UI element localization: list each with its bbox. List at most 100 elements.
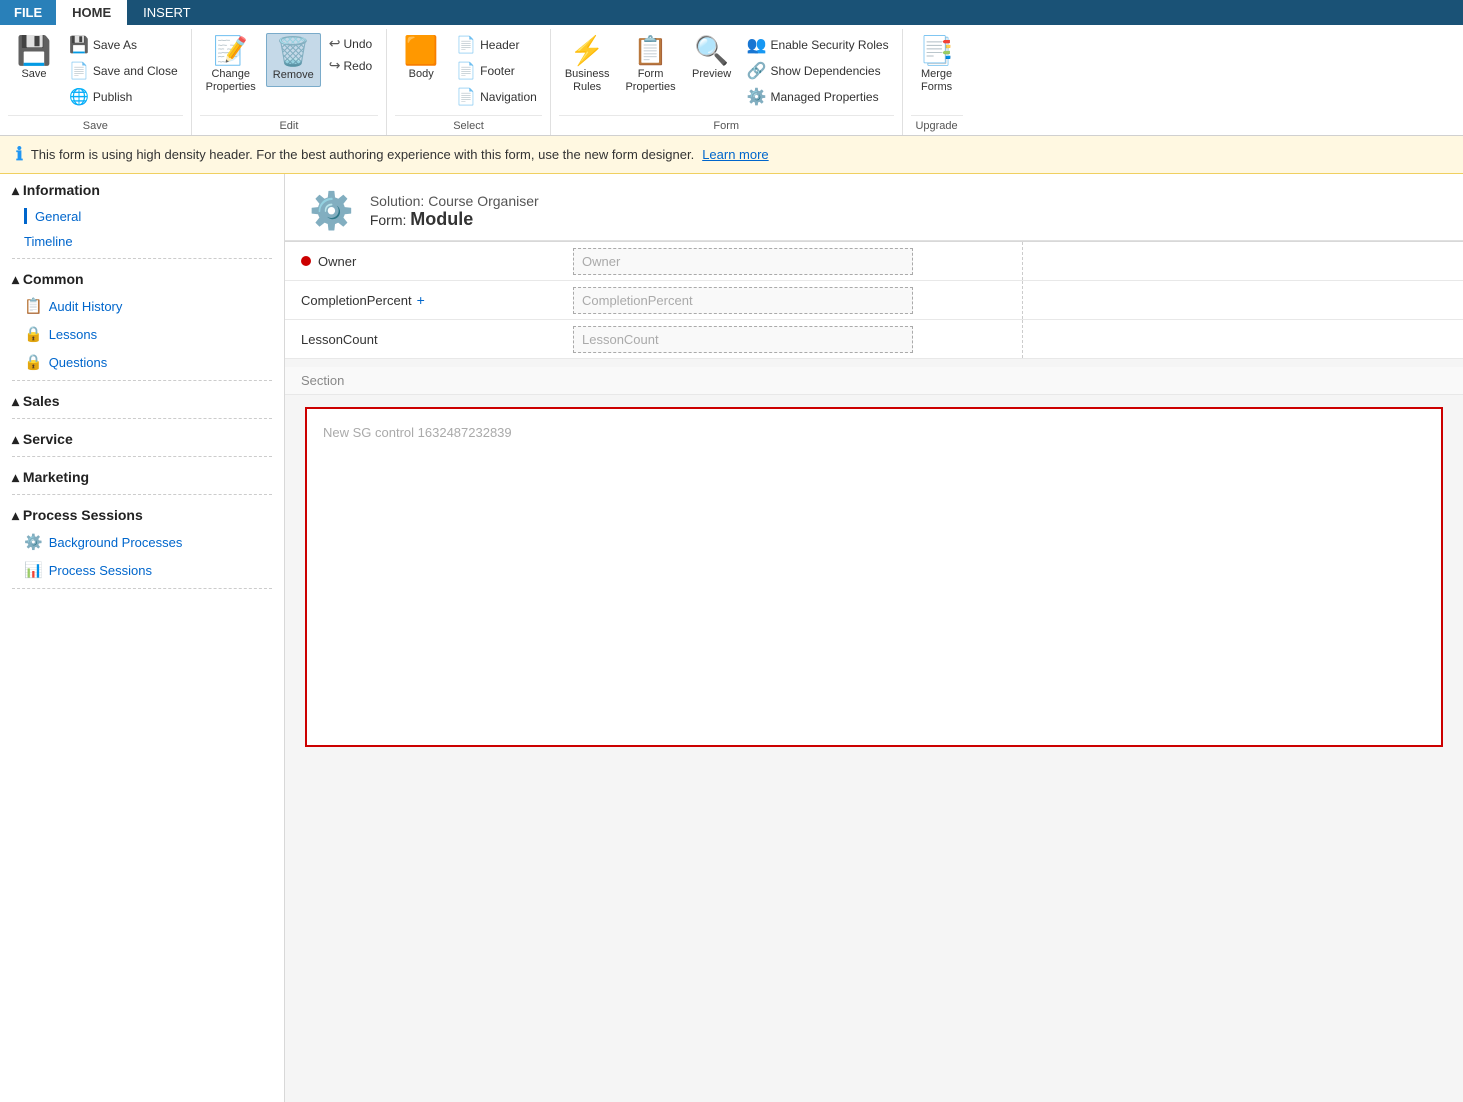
owner-input[interactable]: Owner [573,248,913,275]
solution-name: Course Organiser [428,193,539,209]
ribbon-group-save: 💾 Save 💾 Save As 📄 Save and Close 🌐 Publ… [0,29,192,135]
sidebar-item-process-sessions[interactable]: 📊 Process Sessions [0,556,284,584]
publish-icon: 🌐 [69,87,89,107]
section-control-wrapper: New SG control 1632487232839 [285,395,1463,759]
sidebar-header-information: ▴ Information [0,174,284,203]
sidebar-header-sales: ▴ Sales [0,385,284,414]
sidebar-divider-3 [12,418,272,419]
owner-input-container: Owner [565,244,1022,279]
tab-file[interactable]: FILE [0,0,56,25]
remove-button[interactable]: 🗑️ Remove [266,33,321,87]
footer-icon: 📄 [456,61,476,81]
navigation-label: Navigation [480,90,537,104]
sidebar-label-lessons: Lessons [49,327,97,342]
upgrade-group-items: 📑 MergeForms [911,33,963,113]
managed-properties-button[interactable]: ⚙️ Managed Properties [742,85,894,109]
redo-label: Redo [344,59,373,73]
body-icon: 🟧 [404,37,439,65]
merge-forms-label: MergeForms [921,68,952,94]
sidebar-item-background-processes[interactable]: ⚙️ Background Processes [0,528,284,556]
managed-properties-label: Managed Properties [771,90,879,104]
save-group-items: 💾 Save 💾 Save As 📄 Save and Close 🌐 Publ… [8,33,183,113]
questions-icon: 🔒 [24,353,43,371]
form-properties-button[interactable]: 📋 FormProperties [619,33,681,98]
undo-icon: ↩ [329,35,341,52]
show-dependencies-label: Show Dependencies [771,64,881,78]
publish-label: Publish [93,90,132,104]
owner-required-dot [301,256,311,266]
tab-insert[interactable]: INSERT [127,0,206,25]
sidebar-item-timeline[interactable]: Timeline [0,229,284,254]
form-header-icon: ⚙️ [309,190,354,232]
solution-label: Solution: [370,193,424,209]
change-properties-button[interactable]: 📝 ChangeProperties [200,33,262,98]
body-button[interactable]: 🟧 Body [395,33,447,85]
header-button[interactable]: 📄 Header [451,33,542,57]
business-rules-button[interactable]: ⚡ BusinessRules [559,33,616,98]
ribbon-group-select: 🟧 Body 📄 Header 📄 Footer 📄 Navigation [387,29,551,135]
section-label: Section [285,367,1463,395]
select-group-label: Select [395,115,542,135]
info-banner: ℹ This form is using high density header… [0,136,1463,174]
form-section-fields: Owner Owner CompletionPercent + Completi… [285,241,1463,359]
ribbon: FILE HOME INSERT 💾 Save 💾 Save As 📄 [0,0,1463,136]
business-rules-icon: ⚡ [570,37,605,65]
form-group-items: ⚡ BusinessRules 📋 FormProperties 🔍 Previ… [559,33,894,113]
save-button[interactable]: 💾 Save [8,33,60,85]
upgrade-group-label: Upgrade [911,115,963,135]
save-as-label: Save As [93,38,137,52]
change-properties-icon: 📝 [213,37,248,65]
select-options-col: 📄 Header 📄 Footer 📄 Navigation [451,33,542,109]
sidebar-item-lessons[interactable]: 🔒 Lessons [0,320,284,348]
form-group-label: Form [559,115,894,135]
content-area: ⚙️ Solution: Course Organiser Form: Modu… [285,174,1463,1102]
sidebar-section-process-sessions: ▴ Process Sessions ⚙️ Background Process… [0,499,284,589]
save-as-button[interactable]: 💾 Save As [64,33,183,57]
preview-button[interactable]: 🔍 Preview [686,33,738,85]
info-text: This form is using high density header. … [31,147,694,162]
lessoncount-input[interactable]: LessonCount [573,326,913,353]
show-dependencies-icon: 🔗 [747,61,767,81]
completionpercent-label: CompletionPercent + [285,286,565,314]
managed-properties-icon: ⚙️ [747,87,767,107]
undo-redo-col: ↩ Undo ↪ Redo [325,33,376,76]
section-control-box[interactable]: New SG control 1632487232839 [305,407,1443,747]
form-row-owner: Owner Owner [285,242,1463,281]
info-icon: ℹ [16,144,23,165]
publish-button[interactable]: 🌐 Publish [64,85,183,109]
footer-button[interactable]: 📄 Footer [451,59,542,83]
sidebar-divider-2 [12,380,272,381]
sidebar-divider-6 [12,588,272,589]
save-group-label: Save [8,115,183,135]
redo-button[interactable]: ↪ Redo [325,55,376,76]
merge-forms-button[interactable]: 📑 MergeForms [911,33,963,98]
save-close-button[interactable]: 📄 Save and Close [64,59,183,83]
completionpercent-input-container: CompletionPercent [565,283,1022,318]
change-properties-label: ChangeProperties [206,68,256,94]
ribbon-group-upgrade: 📑 MergeForms Upgrade [903,29,971,135]
completionpercent-input[interactable]: CompletionPercent [573,287,913,314]
form-row-completionpercent: CompletionPercent + CompletionPercent [285,281,1463,320]
footer-label: Footer [480,64,515,78]
form-line: Form: Module [370,209,539,230]
sidebar-label-questions: Questions [49,355,108,370]
learn-more-link[interactable]: Learn more [702,147,768,162]
sidebar-item-questions[interactable]: 🔒 Questions [0,348,284,376]
lessoncount-input-container: LessonCount [565,322,1022,357]
sidebar-header-common: ▴ Common [0,263,284,292]
completionpercent-extra [1022,281,1463,319]
sidebar-item-general[interactable]: General [0,203,284,229]
save-as-icon: 💾 [69,35,89,55]
sidebar-divider-1 [12,258,272,259]
owner-label: Owner [285,248,565,275]
tab-home[interactable]: HOME [56,0,127,25]
edit-group-label: Edit [200,115,379,135]
enable-security-button[interactable]: 👥 Enable Security Roles [742,33,894,57]
sidebar-item-audit-history[interactable]: 📋 Audit History [0,292,284,320]
ribbon-tab-bar: FILE HOME INSERT [0,0,1463,25]
undo-button[interactable]: ↩ Undo [325,33,376,54]
navigation-button[interactable]: 📄 Navigation [451,85,542,109]
completionpercent-required-plus: + [417,292,425,308]
background-processes-icon: ⚙️ [24,533,43,551]
show-dependencies-button[interactable]: 🔗 Show Dependencies [742,59,894,83]
